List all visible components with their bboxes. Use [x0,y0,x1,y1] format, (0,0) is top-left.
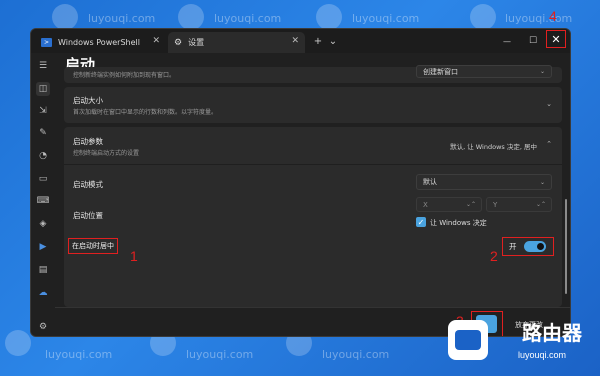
toggle-switch[interactable] [524,241,546,252]
keyboard-icon[interactable]: ⌨ [36,194,50,208]
launch-mode-label: 启动模式 [73,180,103,189]
color-palette-icon[interactable]: ◔ [36,149,50,163]
center-on-launch-label: 在启动时居中 [68,238,118,254]
new-instance-card[interactable]: 控制新终端实例如何附加到现有窗口。 创建新窗口 ⌄ [64,65,562,83]
powershell-icon: > [41,38,52,47]
new-instance-value: 创建新窗口 [423,67,458,76]
launch-size-card[interactable]: 启动大小 首次加载时在窗口中显示的行数和列数。以字符度量。 ⌄ [64,87,562,123]
toggle-state-label: 开 [509,242,517,251]
launch-params-card: 启动参数 控制终端启动方式的设置 默认, 让 Windows 决定, 居中 ⌃ … [64,127,562,307]
scrollbar[interactable] [565,199,567,294]
tab-label: Windows PowerShell [58,38,140,47]
watermark-badge [178,4,204,30]
rendering-icon[interactable]: ▭ [36,172,50,186]
tab-powershell[interactable]: > Windows PowerShell ✕ [35,32,166,53]
startup-icon[interactable]: ◫ [36,82,50,96]
watermark-badge [470,4,496,30]
x-placeholder: X [423,200,428,209]
chevron-down-icon: ⌄ [539,178,545,186]
appearance-brush-icon[interactable]: ✎ [36,126,50,140]
launch-mode-dropdown[interactable]: 默认 ⌄ [416,174,552,190]
launch-params-summary: 默认, 让 Windows 决定, 居中 [450,143,537,151]
launch-size-title: 启动大小 [73,96,103,105]
minimize-button[interactable]: — [497,31,517,51]
router-logo-icon [455,330,481,350]
spinner-icon[interactable]: ⌄⌃ [536,201,546,208]
new-tab-button[interactable]: + [311,31,325,51]
annotation-4: 4 [549,8,557,24]
launch-size-desc: 首次加载时在窗口中显示的行数和列数。以字符度量。 [73,109,218,116]
sidebar: ☰ ◫ ⇲ ✎ ◔ ▭ ⌨ ◈ ▶ ▤ ☁ ⚙ [31,53,55,336]
brand-url: luyouqi.com [517,350,566,360]
new-instance-desc: 控制新终端实例如何附加到现有窗口。 [73,72,176,79]
chevron-down-icon: ⌄ [539,68,545,75]
layers-icon[interactable]: ◈ [36,217,50,231]
watermark-url: luyouqi.com [352,12,420,25]
maximize-button[interactable]: ☐ [523,31,543,51]
launch-mode-value: 默认 [423,178,437,186]
watermark-url: luyouqi.com [505,12,573,25]
cmd-profile-icon[interactable]: ▤ [36,263,50,277]
annotation-1: 1 [130,248,138,264]
watermark-url: luyouqi.com [214,12,282,25]
hamburger-icon[interactable]: ☰ [36,59,50,73]
chevron-up-icon[interactable]: ⌃ [546,140,552,148]
y-placeholder: Y [493,200,498,209]
let-windows-decide-checkbox[interactable]: ✓ [416,217,426,227]
watermark-badge [5,330,31,356]
launch-params-title: 启动参数 [73,137,103,146]
tab-settings[interactable]: ⚙ 设置 ✕ [168,32,305,53]
x-position-input[interactable]: X ⌄⌃ [416,197,482,212]
new-instance-dropdown[interactable]: 创建新窗口 ⌄ [416,65,552,78]
gear-icon: ⚙ [174,37,183,48]
powershell-profile-icon[interactable]: ▶ [36,240,50,254]
settings-content: 控制新终端实例如何附加到现有窗口。 创建新窗口 ⌄ 启动大小 首次加载时在窗口中… [64,65,566,307]
watermark-url: luyouqi.com [322,348,390,361]
watermark-badge [52,4,78,30]
interaction-icon[interactable]: ⇲ [36,104,50,118]
annotation-2: 2 [490,248,498,264]
toggle-knob [537,243,544,250]
divider [64,164,562,165]
close-tab-icon[interactable]: ✕ [291,36,299,46]
let-windows-decide-label: 让 Windows 决定 [430,219,487,227]
watermark-url: luyouqi.com [45,348,113,361]
tab-label: 设置 [188,38,205,47]
y-position-input[interactable]: Y ⌄⌃ [486,197,552,212]
center-on-launch-toggle[interactable]: 开 [502,237,554,256]
close-tab-icon[interactable]: ✕ [152,36,160,46]
footer-divider [55,307,570,308]
brand-name: 路由器 [522,323,582,345]
watermark-url: luyouqi.com [186,348,254,361]
watermark-url: luyouqi.com [88,12,156,25]
tab-dropdown-button[interactable]: ⌄ [327,31,339,51]
spinner-icon[interactable]: ⌄⌃ [466,201,476,208]
azure-profile-icon[interactable]: ☁ [36,286,50,300]
terminal-window: > Windows PowerShell ✕ ⚙ 设置 ✕ + ⌄ — ☐ ✕ … [30,28,571,337]
title-bar: > Windows PowerShell ✕ ⚙ 设置 ✕ + ⌄ — ☐ ✕ [31,29,570,53]
launch-params-desc: 控制终端启动方式的设置 [73,150,140,157]
chevron-down-icon: ⌄ [546,100,552,108]
close-button[interactable]: ✕ [546,30,566,48]
launch-position-label: 启动位置 [73,211,103,220]
watermark-badge [316,4,342,30]
settings-gear-icon[interactable]: ⚙ [36,320,50,334]
router-logo [448,320,488,360]
